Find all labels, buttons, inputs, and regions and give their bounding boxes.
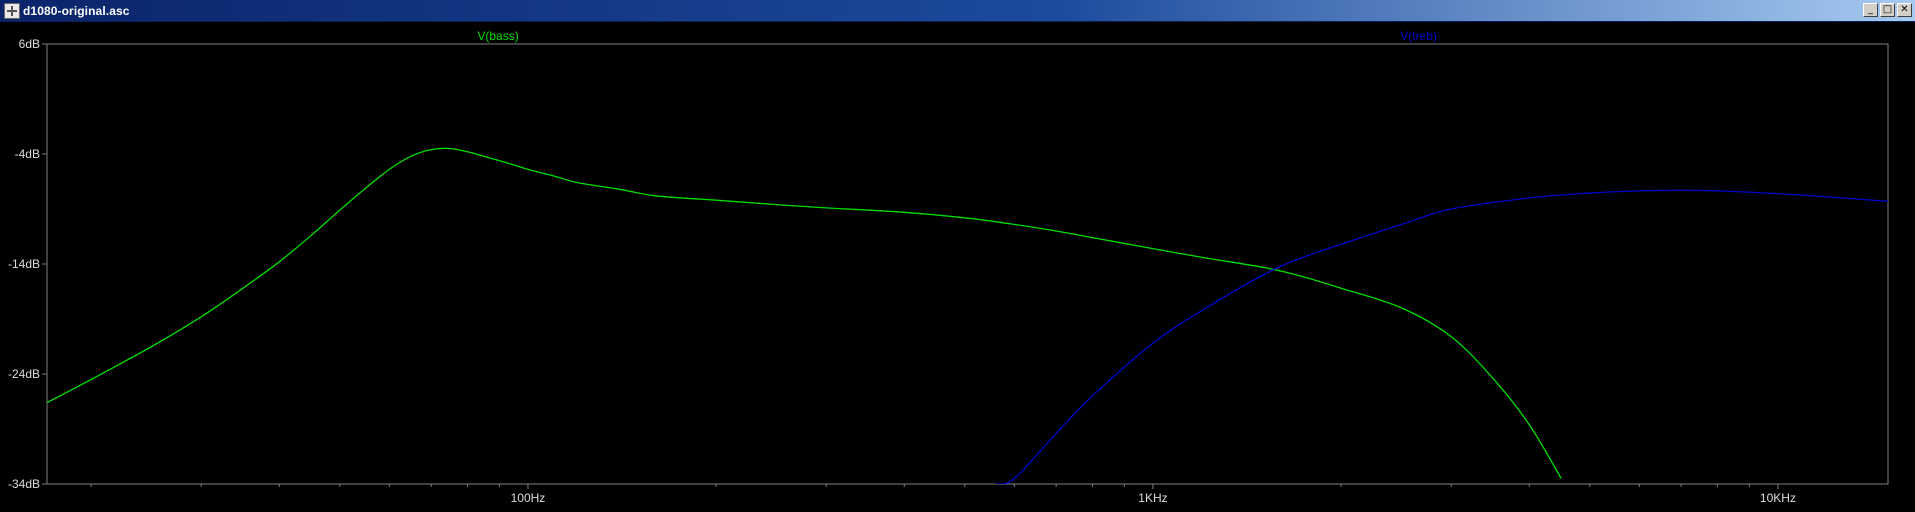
series-lines <box>47 147 1888 484</box>
minimize-button[interactable]: _ <box>1863 3 1878 17</box>
plot-area-border <box>46 43 1889 485</box>
waveform-viewer-icon <box>4 2 20 19</box>
y-tick-label: 6dB <box>19 37 40 51</box>
y-tick-label: -14dB <box>8 257 40 271</box>
maximize-button[interactable]: □ <box>1880 3 1895 17</box>
series-line-v-treb <box>995 189 1888 484</box>
x-tick-label: 100Hz <box>511 491 546 505</box>
legend: V(bass) V(treb) <box>477 29 1437 43</box>
close-button[interactable]: ✕ <box>1897 3 1912 17</box>
x-tick-label: 1KHz <box>1138 491 1167 505</box>
axis-ticks: 6dB -4dB -14dB -24dB -34dB 100Hz 1KHz 10KHz <box>8 37 1796 505</box>
x-tick-label: 10KHz <box>1760 491 1796 505</box>
y-tick-label: -24dB <box>8 367 40 381</box>
legend-item[interactable]: V(bass) <box>477 29 518 43</box>
bode-plot[interactable]: 6dB -4dB -14dB -24dB -34dB 100Hz 1KHz 10KHz V(b… <box>0 22 1915 512</box>
window-controls: _ □ ✕ <box>1863 3 1912 17</box>
y-tick-label: -4dB <box>15 147 40 161</box>
y-tick-label: -34dB <box>8 477 40 491</box>
series-line-v-bass <box>47 147 1562 479</box>
window-titlebar[interactable]: d1080-original.asc _ □ ✕ <box>0 0 1915 22</box>
legend-item[interactable]: V(treb) <box>1400 29 1437 43</box>
window-title: d1080-original.asc <box>23 3 130 18</box>
